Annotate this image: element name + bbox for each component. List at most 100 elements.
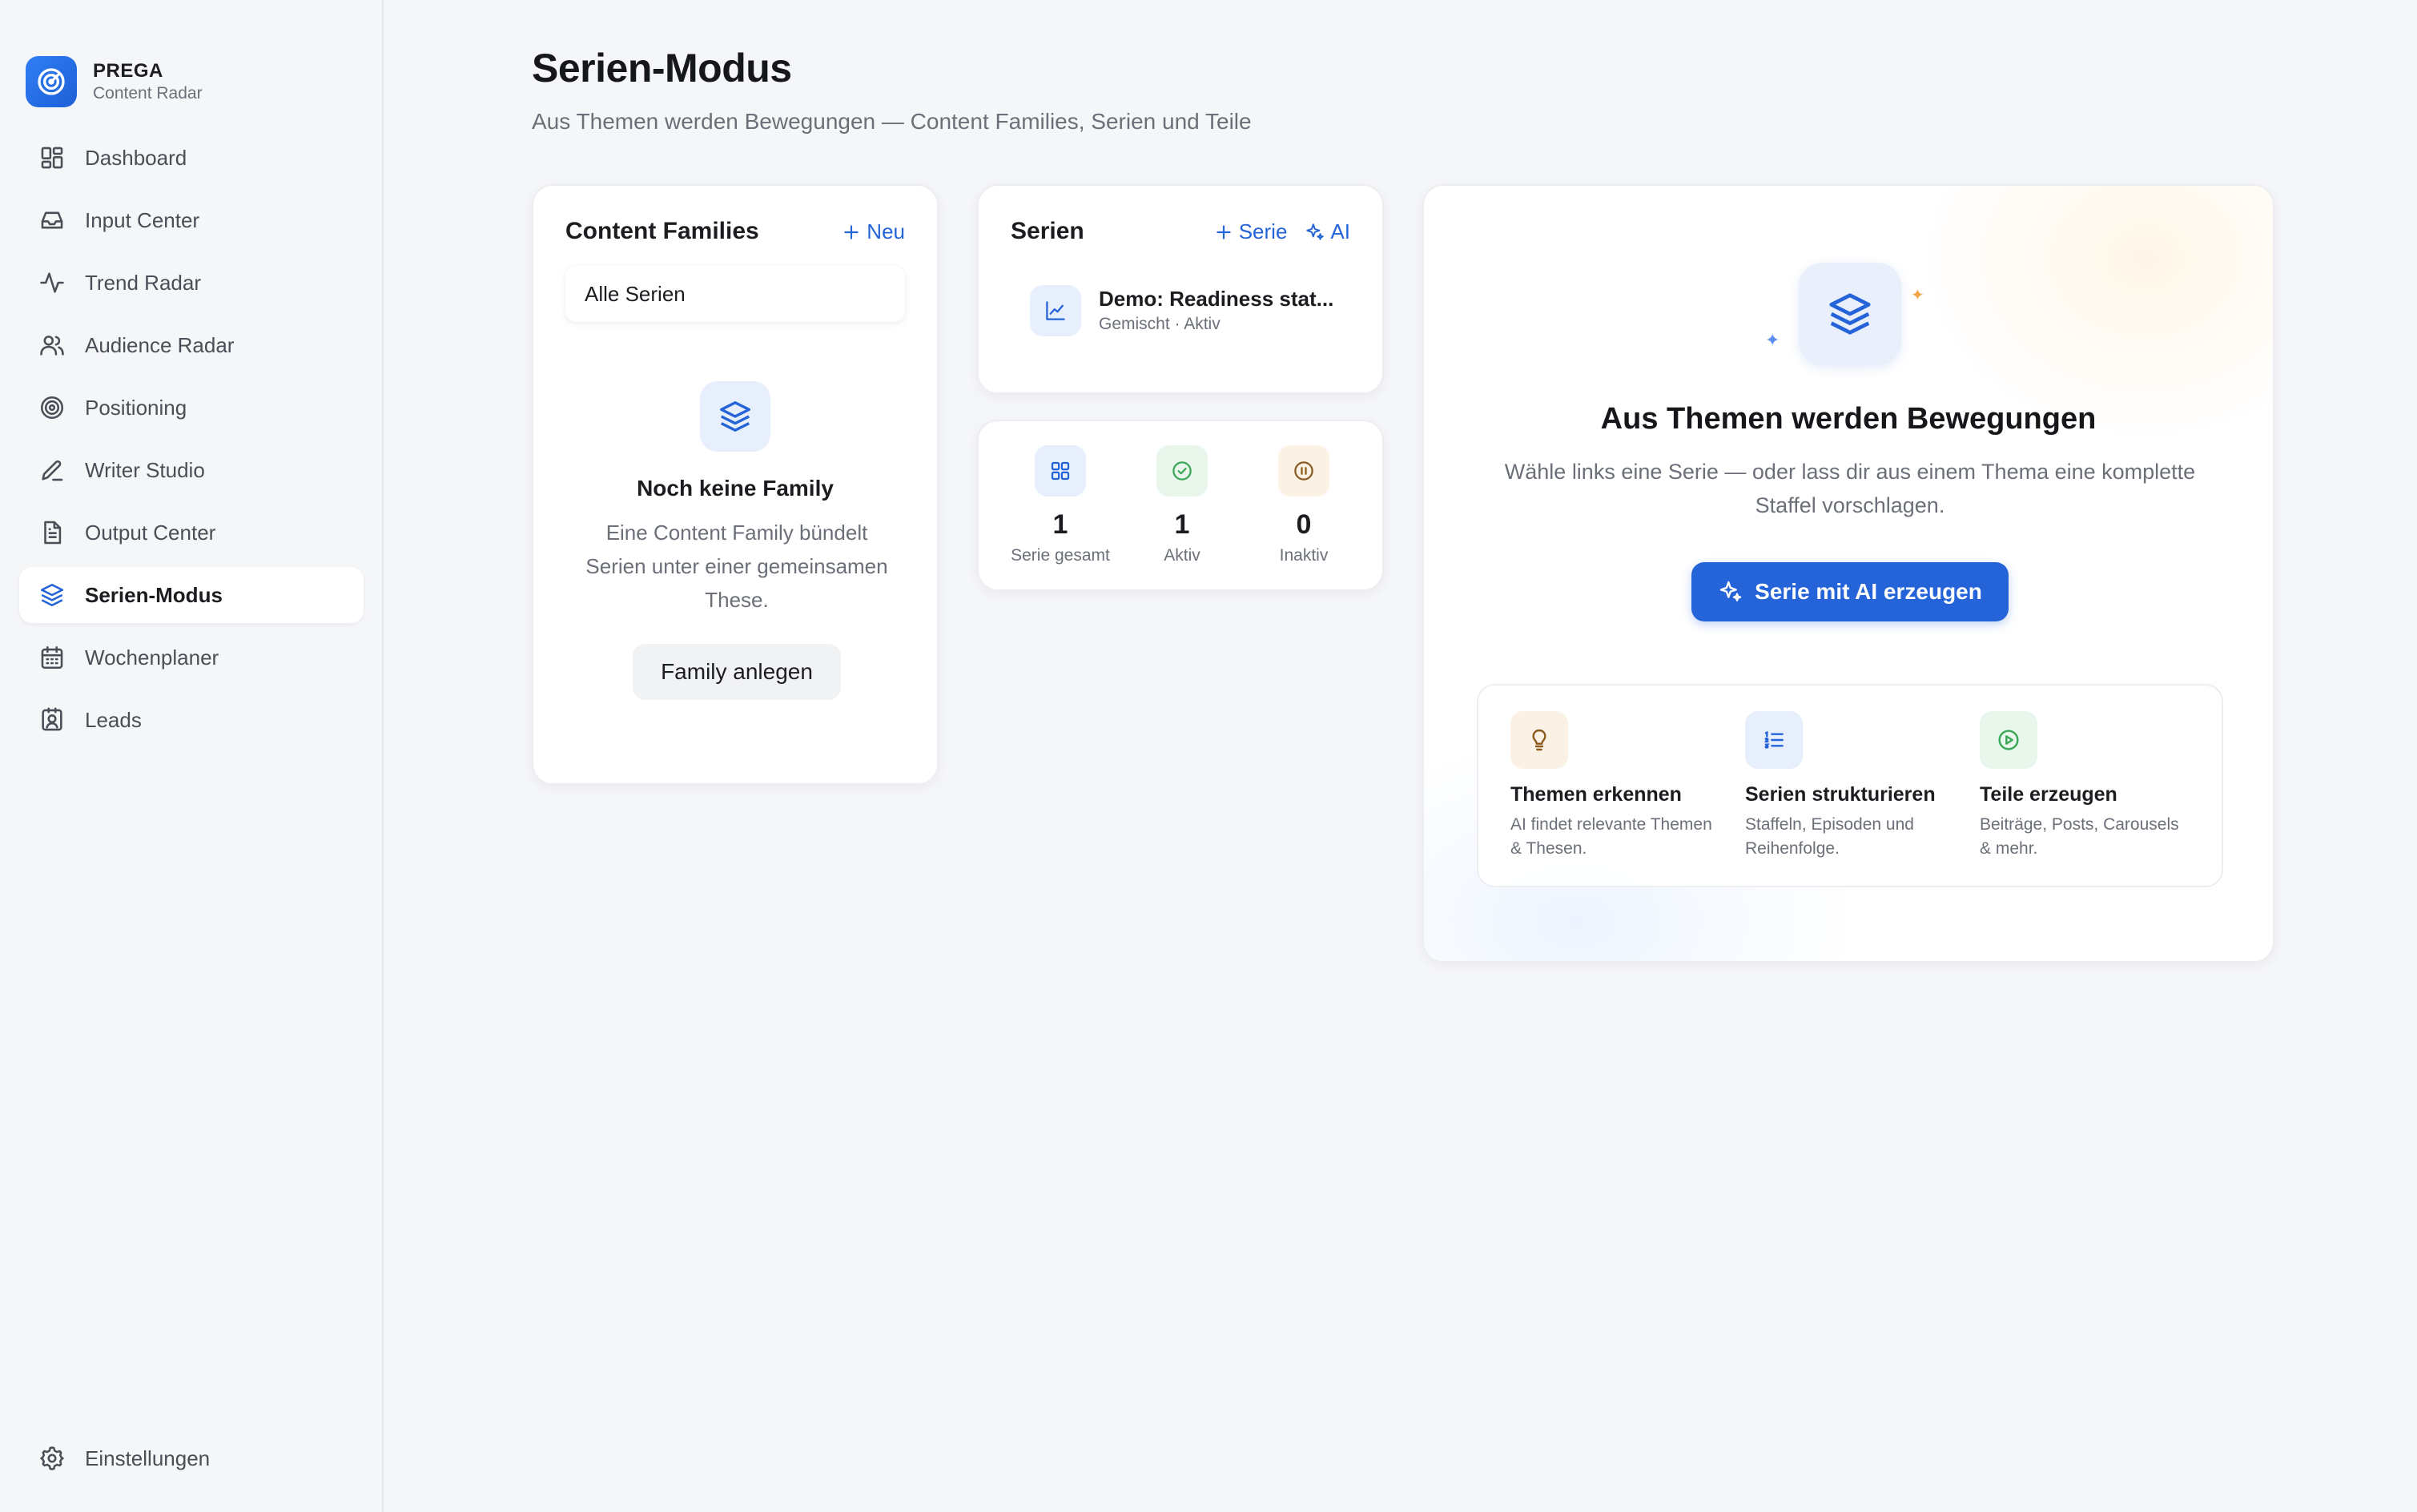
stat-label: Aktiv <box>1164 546 1200 565</box>
button-label: Neu <box>867 219 905 243</box>
stat-value: 1 <box>1052 509 1068 540</box>
sidebar-item-label: Output Center <box>85 520 216 545</box>
feature-themen-erkennen: Themen erkennen AI findet relevante Them… <box>1510 711 1719 861</box>
plus-icon <box>1217 224 1231 239</box>
inbox-icon <box>41 211 63 229</box>
empty-state-title: Noch keine Family <box>637 476 834 501</box>
layers-icon <box>40 583 64 607</box>
play-circle-icon <box>1980 711 2037 769</box>
stat-label: Serie gesamt <box>1011 546 1110 565</box>
check-circle-icon <box>1156 445 1208 497</box>
create-family-button[interactable]: Family anlegen <box>633 644 841 700</box>
sparkle-icon: ✦ <box>1765 330 1780 350</box>
sidebar-item-label: Serien-Modus <box>85 582 223 607</box>
sidebar-item-audience-radar[interactable]: Audience Radar <box>19 317 364 373</box>
add-series-button[interactable]: Serie <box>1213 219 1288 244</box>
grid-icon <box>1035 445 1086 497</box>
target-icon <box>40 396 64 420</box>
new-family-button[interactable]: Neu <box>841 219 905 244</box>
sidebar-item-label: Writer Studio <box>85 457 205 482</box>
content-families-card: Content Families Neu Alle Serien Noch ke… <box>532 184 939 785</box>
document-icon <box>44 521 62 545</box>
sidebar-item-settings[interactable]: Einstellungen <box>19 1430 364 1486</box>
series-meta: Gemischt · Aktiv <box>1099 315 1221 333</box>
hero-text: Wähle links eine Serie — oder lass dir a… <box>1504 460 2196 517</box>
sidebar-item-label: Input Center <box>85 207 200 232</box>
button-label: AI <box>1330 219 1350 243</box>
sidebar-item-label: Einstellungen <box>85 1446 211 1470</box>
feature-text: Beiträge, Posts, Carousels & mehr. <box>1980 815 2179 858</box>
sidebar-item-wochenplaner[interactable]: Wochenplaner <box>19 629 364 686</box>
sidebar-item-label: Trend Radar <box>85 270 201 295</box>
feature-teile-erzeugen: Teile erzeugen Beiträge, Posts, Carousel… <box>1980 711 2188 861</box>
pen-icon <box>42 460 63 481</box>
brand[interactable]: PREGA Content Radar <box>26 56 203 107</box>
feature-title: Themen erkennen <box>1510 783 1682 806</box>
page-title: Serien-Modus <box>532 46 792 90</box>
feature-title: Teile erzeugen <box>1980 783 2117 806</box>
page-subtitle: Aus Themen werden Bewegungen — Content F… <box>532 109 1252 134</box>
calendar-icon <box>41 645 63 670</box>
sparkles-icon <box>1306 223 1325 240</box>
sidebar-item-output-center[interactable]: Output Center <box>19 505 364 561</box>
activity-icon <box>40 272 64 293</box>
feature-title: Serien strukturieren <box>1745 783 1936 806</box>
feature-text: AI findet relevante Themen & Thesen. <box>1510 815 1712 858</box>
sidebar-item-input-center[interactable]: Input Center <box>19 192 364 248</box>
sidebar-item-positioning[interactable]: Positioning <box>19 380 364 436</box>
sidebar-item-leads[interactable]: Leads <box>19 692 364 748</box>
chart-line-icon <box>1030 285 1081 336</box>
sidebar-item-label: Audience Radar <box>85 332 235 357</box>
series-list-item[interactable]: Demo: Readiness stat... Gemischt · Aktiv <box>1030 285 1333 336</box>
radar-icon <box>26 56 77 107</box>
series-card: Serien Serie AI Demo: Readiness stat... … <box>977 184 1384 394</box>
button-label: Serie <box>1238 219 1288 243</box>
feature-serien-strukturieren: Serien strukturieren Staffeln, Episoden … <box>1745 711 1953 861</box>
sidebar-item-serien-modus[interactable]: Serien-Modus <box>19 567 364 623</box>
plus-icon <box>844 224 859 239</box>
pause-circle-icon <box>1278 445 1329 497</box>
card-title: Serien <box>1011 218 1084 244</box>
stat-inactive: 0 Inaktiv <box>1243 445 1365 565</box>
sidebar-item-trend-radar[interactable]: Trend Radar <box>19 255 364 311</box>
sidebar: PREGA Content Radar Dashboard Input Cent… <box>0 0 384 1512</box>
generate-series-ai-button[interactable]: Serie mit AI erzeugen <box>1691 562 2009 621</box>
sidebar-nav: Dashboard Input Center Trend Radar Audie… <box>19 130 364 754</box>
layers-icon <box>700 381 770 452</box>
sidebar-footer: Einstellungen <box>19 1430 364 1493</box>
sidebar-item-label: Leads <box>85 707 142 732</box>
users-icon <box>40 336 64 356</box>
feature-overview: Themen erkennen AI findet relevante Them… <box>1477 684 2223 887</box>
sidebar-item-label: Wochenplaner <box>85 645 219 670</box>
layers-icon <box>1799 263 1901 365</box>
all-series-filter[interactable]: Alle Serien <box>565 266 905 322</box>
stat-label: Inaktiv <box>1279 546 1329 565</box>
stat-total: 1 Serie gesamt <box>999 445 1121 565</box>
feature-text: Staffeln, Episoden und Reihenfolge. <box>1745 815 1914 858</box>
series-actions: Serie AI <box>1213 219 1350 244</box>
stat-value: 1 <box>1174 509 1190 540</box>
hero-title: Aus Themen werden Bewegungen <box>1600 402 2097 436</box>
sidebar-item-label: Positioning <box>85 395 187 420</box>
stat-active: 1 Aktiv <box>1121 445 1243 565</box>
contact-icon <box>42 707 62 731</box>
stat-value: 0 <box>1296 509 1312 540</box>
button-label: Serie mit AI erzeugen <box>1755 579 1982 604</box>
brand-subtitle: Content Radar <box>93 84 203 103</box>
sparkles-icon <box>1719 581 1742 601</box>
hero-card: ✦ ✦ Aus Themen werden Bewegungen Wähle l… <box>1422 184 2274 963</box>
empty-state-text: Eine Content Family bündelt Serien unter… <box>585 521 888 612</box>
brand-name: PREGA <box>93 60 163 82</box>
card-title: Content Families <box>565 218 759 244</box>
dashboard-grid-icon <box>41 147 63 169</box>
sidebar-item-label: Dashboard <box>85 145 187 170</box>
series-stats-card: 1 Serie gesamt 1 Aktiv 0 Inaktiv <box>977 420 1384 591</box>
list-ordered-icon <box>1745 711 1803 769</box>
sidebar-item-writer-studio[interactable]: Writer Studio <box>19 442 364 498</box>
ai-series-button[interactable]: AI <box>1305 219 1350 244</box>
sidebar-item-dashboard[interactable]: Dashboard <box>19 130 364 186</box>
series-name: Demo: Readiness stat... <box>1099 287 1334 311</box>
sparkle-icon: ✦ <box>1911 287 1924 304</box>
lightbulb-icon <box>1510 711 1568 769</box>
gear-icon <box>40 1446 64 1470</box>
